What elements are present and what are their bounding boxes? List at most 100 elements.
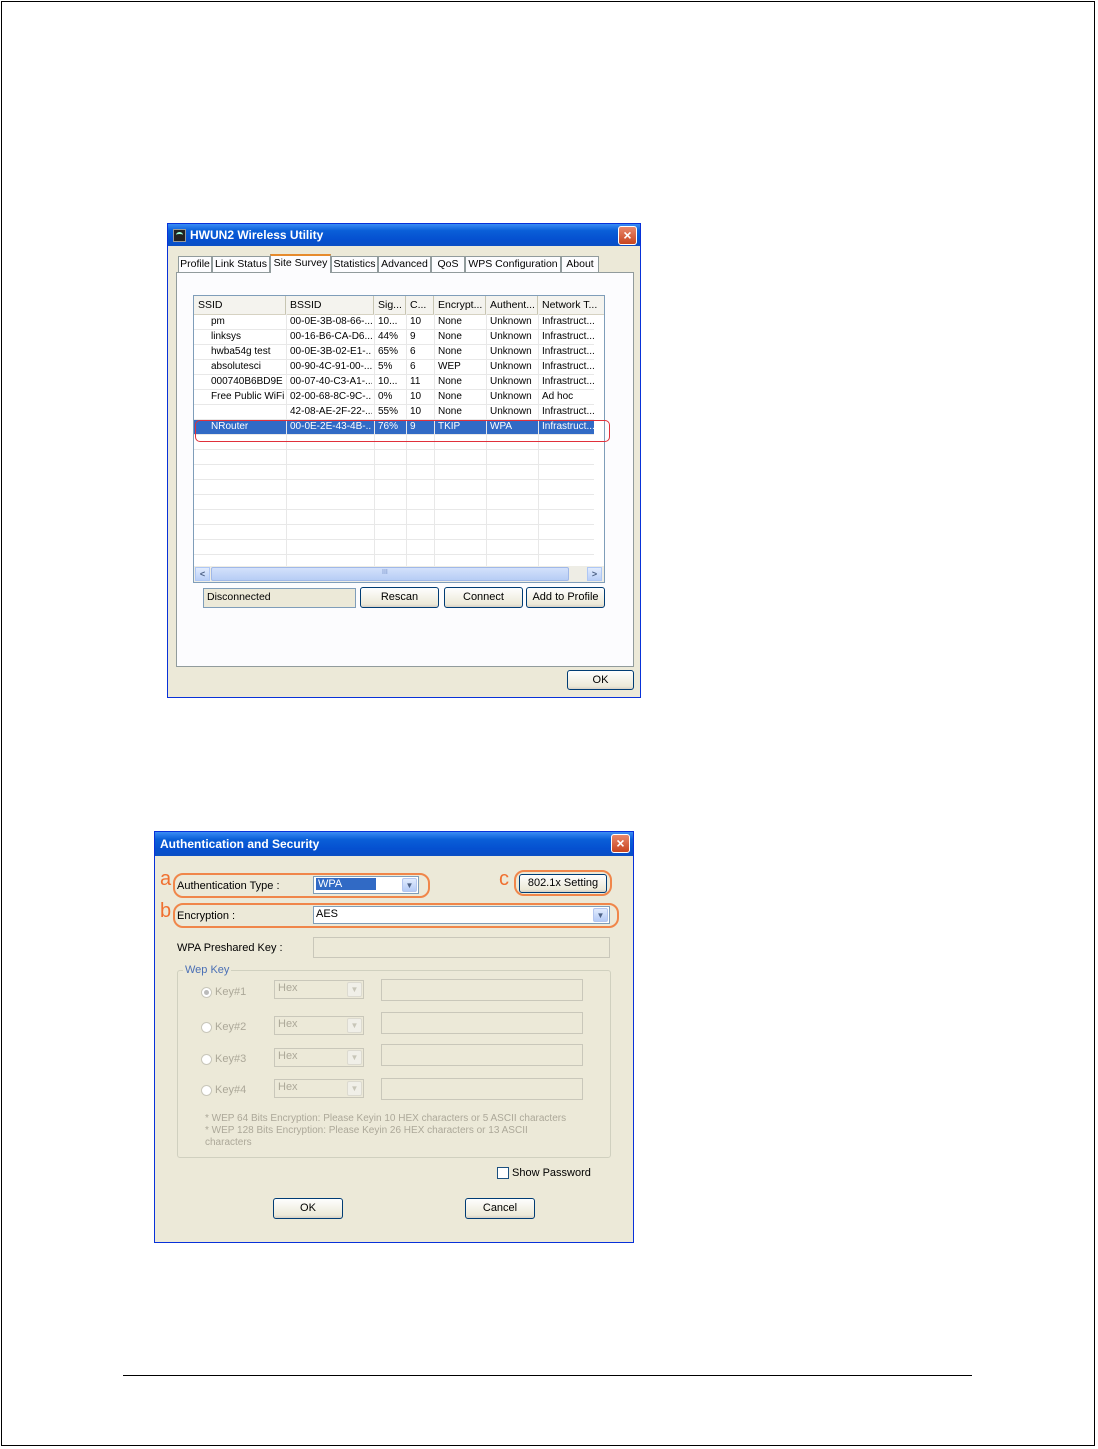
scroll-right-icon[interactable]: >	[587, 567, 602, 581]
marker-b: b	[160, 900, 172, 922]
table-row[interactable]: linksys 00-16-B6-CA-D6... 44% 9 None Unknown I…	[194, 330, 595, 345]
chevron-down-icon[interactable]: ▼	[347, 1050, 362, 1065]
wep128-note: * WEP 128 Bits Encryption: Please Keyin …	[205, 1125, 528, 1136]
column-header-channel[interactable]: C...	[406, 296, 434, 314]
tab-statistics[interactable]: Statistics	[331, 256, 378, 272]
cell-channel: 10	[410, 406, 422, 417]
cell-channel: 10	[410, 391, 422, 402]
table-row[interactable]	[194, 495, 594, 510]
chevron-down-icon[interactable]: ▼	[347, 982, 362, 997]
key3-format-value: Hex	[278, 1050, 298, 1062]
wireless-app-icon	[173, 229, 186, 242]
column-header-network-type[interactable]: Network T...	[538, 296, 598, 314]
table-row[interactable]: absolutesci 00-90-4C-91-00-... 5% 6 WEP Unkno…	[194, 360, 595, 375]
key1-input[interactable]	[381, 979, 583, 1001]
cell-network-type: Infrastruct...	[542, 346, 595, 357]
close-icon[interactable]: ×	[611, 834, 630, 853]
key3-label: Key#3	[215, 1053, 247, 1065]
table-row[interactable]	[194, 450, 594, 465]
key2-radio[interactable]	[201, 1022, 212, 1033]
encryption-select[interactable]: AES ▼	[313, 906, 610, 924]
tab-link-status[interactable]: Link Status	[212, 256, 270, 272]
encryption-label: Encryption :	[177, 910, 236, 922]
table-row[interactable]: Free Public WiFi 02-00-68-8C-9C-... 0% 10 No…	[194, 390, 594, 405]
table-row[interactable]	[194, 465, 594, 480]
table-row[interactable]: 000740B6BD9E 00-07-40-C3-A1-... 10... 11 Non…	[194, 375, 595, 390]
utility-titlebar: HWUN2 Wireless Utility ×	[168, 224, 640, 246]
chevron-down-icon[interactable]: ▼	[402, 878, 417, 892]
chevron-down-icon[interactable]: ▼	[593, 908, 608, 922]
key4-format-value: Hex	[278, 1081, 298, 1093]
key2-format-select[interactable]: Hex ▼	[274, 1016, 364, 1035]
cell-encryption: None	[438, 406, 462, 417]
table-row[interactable]	[194, 510, 594, 525]
key3-format-select[interactable]: Hex ▼	[274, 1048, 364, 1067]
close-icon[interactable]: ×	[618, 226, 637, 245]
cell-bssid: 00-07-40-C3-A1-...	[290, 376, 372, 387]
tab-wps-configuration[interactable]: WPS Configuration	[465, 256, 561, 272]
column-header-bssid[interactable]: BSSID	[286, 296, 374, 314]
column-header-ssid[interactable]: SSID	[194, 296, 286, 314]
key3-input[interactable]	[381, 1044, 583, 1066]
scroll-thumb[interactable]: III	[211, 567, 569, 581]
show-password-checkbox[interactable]	[497, 1167, 509, 1179]
key4-radio[interactable]	[201, 1085, 212, 1096]
column-header-signal[interactable]: Sig...	[374, 296, 406, 314]
cell-signal: 5%	[378, 361, 393, 372]
scroll-left-icon[interactable]: <	[195, 567, 210, 581]
tab-qos[interactable]: QoS	[431, 256, 465, 272]
rescan-button[interactable]: Rescan	[360, 587, 439, 608]
cell-authentication: Unknown	[490, 361, 532, 372]
ok-button[interactable]: OK	[567, 670, 634, 690]
column-header-encryption[interactable]: Encrypt...	[434, 296, 486, 314]
chevron-down-icon[interactable]: ▼	[347, 1018, 362, 1033]
scroll-grip-icon: III	[382, 569, 388, 576]
key1-label: Key#1	[215, 986, 247, 998]
tab-advanced[interactable]: Advanced	[378, 256, 431, 272]
footer-rule	[123, 1375, 972, 1376]
cell-encryption: None	[438, 376, 462, 387]
cell-ssid: 000740B6BD9E	[211, 376, 283, 387]
tab-profile[interactable]: Profile	[178, 256, 212, 272]
cell-signal: 44%	[378, 331, 399, 342]
table-row[interactable]	[194, 480, 594, 495]
marker-a: a	[160, 868, 172, 890]
connect-button[interactable]: Connect	[444, 587, 523, 608]
8021x-setting-button[interactable]: 802.1x Setting	[519, 874, 607, 893]
cell-ssid: linksys	[211, 331, 242, 342]
column-header-authentication[interactable]: Authent...	[486, 296, 538, 314]
cell-ssid: hwba54g test	[211, 346, 271, 357]
psk-input[interactable]	[313, 937, 610, 958]
table-row[interactable]: hwba54g test 00-0E-3B-02-E1-... 65% 6 None Un…	[194, 345, 595, 360]
tab-about[interactable]: About	[561, 256, 599, 272]
show-password-label: Show Password	[512, 1167, 591, 1179]
cell-authentication: Unknown	[490, 316, 532, 327]
key1-format-select[interactable]: Hex ▼	[274, 980, 364, 999]
tab-site-survey[interactable]: Site Survey	[270, 254, 331, 273]
key4-format-select[interactable]: Hex ▼	[274, 1079, 364, 1098]
cell-bssid: 02-00-68-8C-9C-...	[290, 391, 372, 402]
list-header: SSID BSSID Sig... C... Encrypt... Authen…	[194, 296, 604, 315]
table-row[interactable]	[194, 525, 594, 540]
key3-radio[interactable]	[201, 1054, 212, 1065]
psk-label: WPA Preshared Key :	[177, 942, 283, 954]
cell-signal: 10...	[378, 376, 398, 387]
table-row[interactable]: pm 00-0E-3B-08-66-... 10... 10 None Unknown In…	[194, 315, 595, 330]
horizontal-scrollbar[interactable]: < III >	[194, 566, 604, 582]
auth-cancel-button[interactable]: Cancel	[465, 1198, 535, 1219]
utility-title: HWUN2 Wireless Utility	[190, 228, 324, 242]
key4-input[interactable]	[381, 1078, 583, 1100]
table-row[interactable]	[194, 540, 594, 555]
encryption-value: AES	[316, 908, 339, 920]
key1-radio[interactable]	[201, 987, 212, 998]
auth-type-select[interactable]: WPA ▼	[313, 876, 419, 894]
cell-network-type: Ad hoc	[542, 391, 574, 402]
key2-input[interactable]	[381, 1012, 583, 1034]
add-to-profile-button[interactable]: Add to Profile	[526, 587, 605, 608]
table-row[interactable]: 42-08-AE-2F-22-... 55% 10 None Unknown Infras…	[194, 405, 595, 420]
chevron-down-icon[interactable]: ▼	[347, 1081, 362, 1096]
cell-authentication: Unknown	[490, 376, 532, 387]
cell-network-type: Infrastruct...	[542, 376, 595, 387]
auth-ok-button[interactable]: OK	[273, 1198, 343, 1219]
cell-authentication: Unknown	[490, 406, 532, 417]
